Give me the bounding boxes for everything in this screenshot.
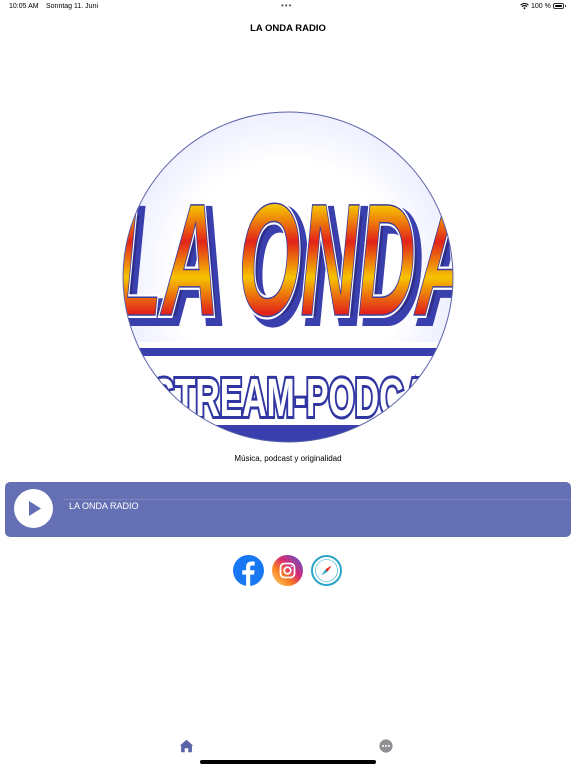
play-icon — [29, 501, 41, 516]
svg-text:-STREAM-PODCAST: -STREAM-PODCAST — [141, 368, 455, 428]
social-links — [233, 555, 345, 587]
station-name: LA ONDA RADIO — [69, 501, 139, 511]
facebook-icon — [233, 555, 264, 586]
player-bar: LA ONDA RADIO — [5, 482, 571, 537]
battery-percent: 100 % — [531, 3, 551, 10]
status-time: 10:05 AM — [9, 3, 39, 10]
home-icon[interactable] — [179, 739, 194, 753]
tab-bar — [0, 735, 576, 768]
divider — [63, 499, 571, 500]
instagram-button[interactable] — [272, 555, 303, 586]
station-logo: LA ONDA LA ONDA LA ONDA -STREAM-PODCAST — [121, 110, 455, 444]
svg-text:LA ONDA: LA ONDA — [121, 170, 455, 349]
wifi-icon — [520, 3, 529, 10]
status-bar: 10:05 AM Sonntag 11. Juni ••• 100 % — [0, 0, 576, 14]
more-icon[interactable] — [379, 739, 393, 753]
compass-icon — [311, 555, 342, 586]
website-button[interactable] — [311, 555, 342, 586]
instagram-icon — [272, 555, 303, 586]
play-button[interactable] — [14, 489, 53, 528]
status-date: Sonntag 11. Juni — [46, 3, 99, 10]
facebook-button[interactable] — [233, 555, 264, 586]
battery-icon — [553, 3, 566, 9]
page-title: LA ONDA RADIO — [250, 23, 326, 34]
multitask-dots[interactable]: ••• — [281, 1, 292, 10]
home-indicator[interactable] — [200, 760, 376, 764]
tagline: Música, podcast y originalidad — [234, 454, 342, 463]
